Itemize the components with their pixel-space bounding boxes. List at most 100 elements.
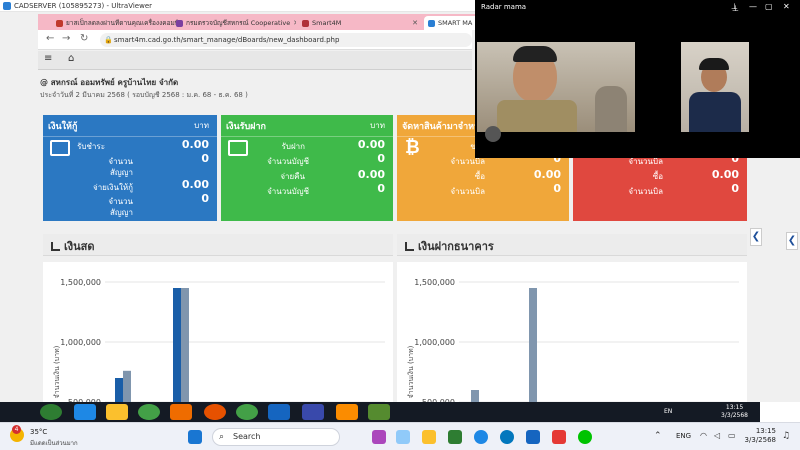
page-title: @ สหกรณ์ ออมทรัพย์ ครูบ้านไทย จำกัด	[40, 78, 179, 87]
card-row-label: รับชำระ	[77, 142, 105, 151]
viewer-panel-toggle[interactable]: ❮	[786, 232, 798, 250]
local-lang-indicator[interactable]: ENG	[676, 432, 691, 440]
remote-app-icon[interactable]	[268, 404, 290, 420]
card-row-label: จำนวนบิล	[628, 187, 663, 196]
money-icon	[228, 140, 248, 156]
chevron-left-icon: ❮	[751, 231, 761, 242]
credit-card-icon	[50, 140, 70, 156]
chart-bar[interactable]	[115, 378, 123, 402]
card-header: เงินให้กู้ บาท	[43, 115, 217, 137]
home-icon[interactable]: ⌂	[68, 53, 74, 64]
local-clock[interactable]: 13:15 3/3/2568	[744, 427, 776, 445]
taskbar-search-box[interactable]: ⌕ Search	[212, 428, 340, 446]
forward-arrow-icon[interactable]: →	[62, 33, 70, 44]
app-emblem-icon[interactable]	[368, 404, 390, 420]
notification-bell-icon[interactable]: ♫	[782, 431, 790, 441]
chrome-icon-2[interactable]	[236, 404, 258, 420]
card-row-value: 0	[731, 182, 739, 195]
chart-title: เงินสด	[64, 240, 95, 253]
participant-shirt	[689, 92, 741, 132]
volume-icon[interactable]: ◁	[714, 431, 720, 440]
tab-favicon-icon	[176, 19, 183, 27]
card-row-label: จำนวนบัญชี	[267, 187, 309, 196]
anydesk-icon[interactable]	[552, 430, 566, 444]
excel-icon[interactable]	[448, 430, 462, 444]
chart-bar[interactable]	[471, 390, 479, 402]
card-row-value: 0.00	[711, 168, 739, 181]
card-row-value: 0.00	[181, 138, 209, 151]
maximize-button[interactable]: ▢	[765, 2, 773, 11]
y-tick-label: 1,500,000	[414, 278, 455, 287]
widget-icon[interactable]	[396, 430, 410, 444]
reload-icon[interactable]: ↻	[80, 33, 88, 44]
app-g-icon[interactable]	[336, 404, 358, 420]
tab-favicon-icon	[56, 19, 63, 27]
cash-chart-header: เงินสด	[43, 234, 393, 256]
ultraviewer-title: CADSERVER (105895273) - UltraViewer	[14, 1, 153, 10]
browser-tab-strip: ยาสเป็กลดลงผ่านทีดานคุณเครื่องงคอมพิ ✕ ก…	[38, 14, 486, 30]
url-text: smart4m.cad.go.th/smart_manage/dBoards/n…	[114, 36, 340, 44]
close-tab-icon[interactable]: ✕	[290, 19, 296, 27]
bar-chart-icon	[51, 242, 60, 251]
edge-icon[interactable]	[500, 430, 514, 444]
battery-icon[interactable]: ▭	[728, 431, 736, 440]
wifi-icon[interactable]: ◠	[700, 431, 707, 440]
network-app-icon[interactable]	[302, 404, 324, 420]
weather-desc: มีแดดเป็นส่วนมาก	[30, 440, 78, 447]
video-feed-second	[681, 42, 749, 132]
tab-label: กรมตรวจบัญชีสหกรณ์ Cooperative	[186, 19, 291, 27]
ie-icon[interactable]	[74, 404, 96, 420]
url-input[interactable]: 🔒 smart4m.cad.go.th/smart_manage/dBoards…	[100, 33, 472, 47]
browser-tab-1[interactable]: ยาสเป็กลดลงผ่านทีดานคุณเครื่องงคอมพิ ✕	[52, 16, 180, 30]
close-button[interactable]: ✕	[783, 2, 790, 11]
card-deposits: เงินรับฝาก บาท รับฝาก 0.00 จำนวนบัญชี 0 …	[221, 115, 393, 221]
tab-label: ยาสเป็กลดลงผ่านทีดานคุณเครื่องงคอมพิ	[66, 19, 180, 27]
chevron-up-icon[interactable]: ⌃	[654, 431, 662, 441]
app-header: ≡ ⌂	[38, 51, 472, 70]
windows-start-icon[interactable]	[188, 430, 202, 444]
chrome-icon[interactable]	[138, 404, 160, 420]
camera-window[interactable]: Radar mama ⊥ — ▢ ✕	[475, 0, 800, 158]
close-tab-icon[interactable]: ✕	[409, 19, 418, 27]
ultraviewer-extra-icon[interactable]: ⊥	[732, 4, 739, 13]
card-loans: เงินให้กู้ บาท รับชำระ 0.00 จำนวน 0 สัญญ…	[43, 115, 217, 221]
minimize-button[interactable]: —	[749, 2, 757, 11]
explorer-icon[interactable]	[106, 404, 128, 420]
video-options-icon[interactable]	[485, 126, 501, 142]
y-axis-label: จำนวนเงิน (บาท)	[53, 345, 61, 398]
file-explorer-icon[interactable]	[422, 430, 436, 444]
card-row-value: 0	[201, 152, 209, 165]
chart-bar[interactable]	[173, 288, 181, 402]
firefox-icon[interactable]	[204, 404, 226, 420]
bitcoin-icon: ₿	[405, 137, 420, 158]
hamburger-menu-icon[interactable]: ≡	[44, 53, 52, 64]
chart-bar[interactable]	[181, 288, 189, 402]
card-row-label: จำนวนบิล	[450, 187, 485, 196]
card-row-value: 0	[377, 182, 385, 195]
participant-uniform	[497, 100, 577, 132]
media-player-icon[interactable]	[170, 404, 192, 420]
browser-tab-2[interactable]: กรมตรวจบัญชีสหกรณ์ Cooperative ✕	[172, 16, 296, 30]
ultraviewer-taskbar-icon[interactable]	[526, 430, 540, 444]
zoom-icon[interactable]	[474, 430, 488, 444]
line-icon[interactable]	[578, 430, 592, 444]
remote-time: 13:15	[725, 404, 744, 411]
copilot-icon[interactable]	[372, 430, 386, 444]
side-panel-toggle[interactable]: ❮	[750, 228, 762, 246]
start-orb-icon[interactable]	[40, 404, 62, 420]
card-unit: บาท	[370, 121, 385, 130]
remote-lang-indicator[interactable]: EN	[664, 408, 672, 415]
card-title: เงินรับฝาก	[226, 122, 266, 132]
card-row-value: 0.00	[181, 178, 209, 191]
participant-hair	[699, 58, 729, 70]
chart-bar[interactable]	[123, 370, 131, 402]
tab-label: SMART MA	[438, 19, 473, 27]
bank-bar-chart: 1,500,0001,000,000500,000จำนวนเงิน (บาท)	[397, 262, 747, 402]
lock-icon: 🔒	[104, 36, 113, 44]
chart-bar[interactable]	[529, 288, 537, 402]
y-axis-label: จำนวนเงิน (บาท)	[407, 345, 415, 398]
card-row-label: รับฝาก	[281, 142, 305, 151]
remote-taskbar: EN 13:15 3/3/2568	[0, 402, 760, 422]
back-arrow-icon[interactable]: ←	[46, 33, 54, 44]
browser-tab-3[interactable]: Smart4M ✕	[298, 16, 422, 30]
